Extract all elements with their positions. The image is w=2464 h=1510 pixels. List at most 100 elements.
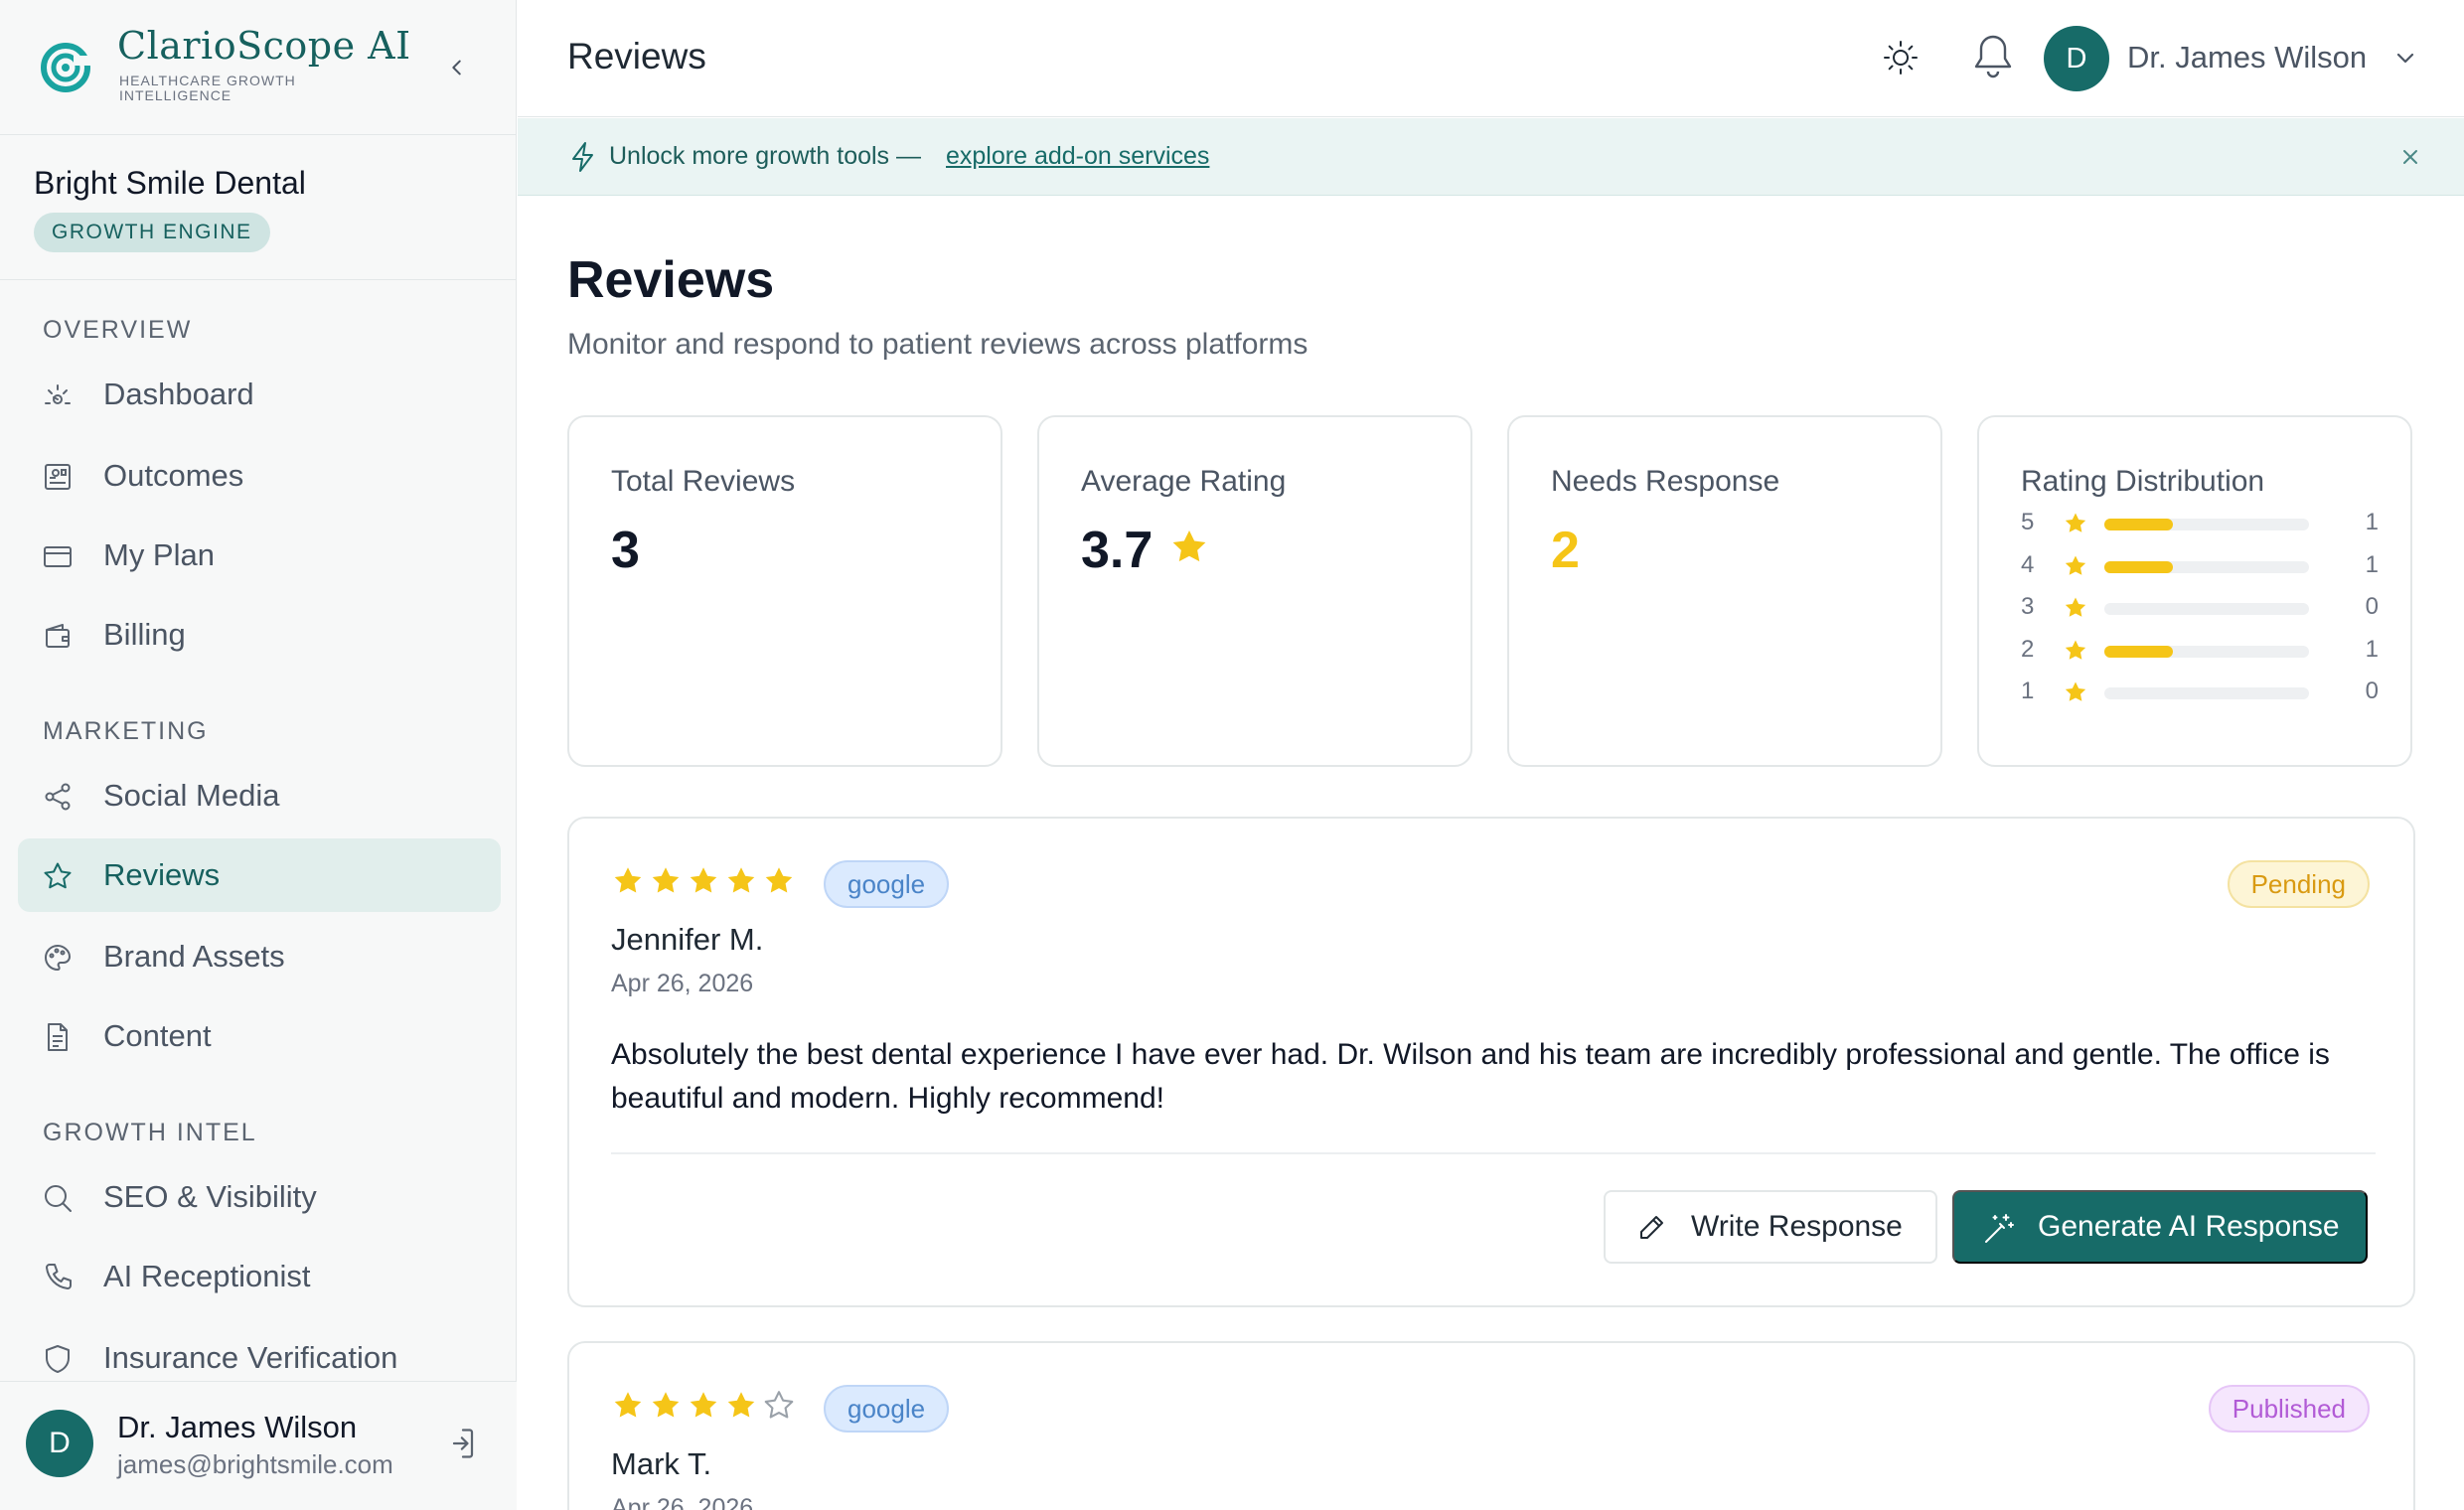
rating-stars (611, 1389, 796, 1423)
star-filled-icon (765, 867, 793, 893)
sidebar-item-ai-receptionist[interactable]: AI Receptionist (18, 1240, 501, 1313)
user-email: james@brightsmile.com (117, 1449, 393, 1479)
distribution-bar (2104, 560, 2309, 573)
stat-value: 2 (1551, 522, 1580, 579)
distribution-bar (2104, 687, 2309, 699)
star-filled-icon (2065, 513, 2086, 532)
star-filled-icon (652, 867, 680, 893)
palette-icon (45, 944, 72, 972)
distribution-bar-fill (2104, 519, 2173, 530)
star-filled-icon (2065, 681, 2086, 701)
source-badge: google (824, 1385, 950, 1433)
chevron-left-icon (452, 60, 461, 76)
generate-ai-response-button[interactable]: Generate AI Response (1952, 1190, 2368, 1264)
sidebar-item-label: Dashboard (103, 377, 254, 411)
distribution-count: 1 (2365, 550, 2379, 578)
stat-value: 3.7 (1081, 522, 1154, 579)
sidebar-item-label: Social Media (103, 778, 280, 813)
sidebar-item-label: Reviews (103, 857, 221, 892)
brand-tagline: HEALTHCARE GROWTH INTELLIGENCE (119, 73, 296, 103)
sidebar-item-billing[interactable]: Billing (18, 598, 501, 672)
review-text: Absolutely the best dental experience I … (611, 1038, 2330, 1115)
close-icon[interactable] (2397, 144, 2423, 170)
stat-label: Average Rating (1081, 465, 1287, 498)
sidebar-item-brand-assets[interactable]: Brand Assets (18, 920, 501, 993)
button-label: Generate AI Response (2038, 1210, 2340, 1243)
stat-card-rating-distribution: Rating Distribution 5141302110 (1977, 415, 2412, 767)
distribution-star-level: 5 (2021, 509, 2035, 535)
page-title-header: Reviews (567, 36, 706, 76)
practice-name: Bright Smile Dental (34, 165, 306, 201)
review-date: Apr 26, 2026 (611, 1494, 754, 1510)
sun-icon[interactable] (1881, 38, 1921, 77)
sidebar-item-label: AI Receptionist (103, 1259, 311, 1293)
lightning-icon (572, 142, 593, 172)
dashboard-icon (45, 384, 71, 404)
sidebar-item-content[interactable]: Content (18, 999, 501, 1073)
sidebar-item-dashboard[interactable]: Dashboard (18, 358, 501, 431)
nav-section-title: OVERVIEW (43, 316, 193, 344)
distribution-bar (2104, 519, 2309, 530)
distribution-row: 41 (2021, 551, 2379, 581)
search-icon (45, 1185, 72, 1212)
explore-addons-link[interactable]: explore add-on services (946, 142, 1209, 171)
top-bar: Reviews D Dr. James Wilson (518, 0, 2464, 117)
rating-stars (611, 864, 796, 898)
divider (611, 1152, 2376, 1154)
stat-card-average-rating: Average Rating 3.7 (1037, 415, 1472, 767)
brand-header: ClarioScope AI HEALTHCARE GROWTH INTELLI… (0, 0, 517, 135)
stat-label: Needs Response (1551, 465, 1780, 498)
sidebar-item-outcomes[interactable]: Outcomes (18, 439, 501, 513)
sidebar-item-social-media[interactable]: Social Media (18, 759, 501, 832)
stat-label: Total Reviews (611, 465, 796, 498)
sidebar-item-seo-visibility[interactable]: SEO & Visibility (18, 1160, 501, 1234)
avatar[interactable]: D (2044, 26, 2109, 91)
logout-icon[interactable] (445, 1426, 481, 1461)
phone-icon (46, 1264, 72, 1289)
star-empty-icon (764, 1391, 794, 1419)
avatar[interactable]: D (26, 1410, 93, 1477)
distribution-row: 30 (2021, 593, 2379, 623)
sidebar-item-label: Outcomes (103, 458, 244, 493)
star-filled-icon (727, 1392, 755, 1418)
sidebar: ClarioScope AI HEALTHCARE GROWTH INTELLI… (0, 0, 517, 1510)
distribution-star-level: 4 (2021, 550, 2035, 578)
reviewer-name: Jennifer M. (611, 922, 764, 957)
star-filled-icon (614, 867, 642, 893)
distribution-count: 0 (2365, 678, 2379, 704)
page-title: Reviews (567, 251, 775, 309)
notifications-bell-icon[interactable] (1970, 32, 2016, 81)
distribution-count: 1 (2365, 635, 2379, 663)
chevron-down-icon[interactable] (2390, 44, 2420, 74)
wallet-icon (46, 624, 70, 648)
distribution-star-level: 3 (2021, 593, 2035, 620)
document-icon (48, 1023, 68, 1051)
user-menu-name[interactable]: Dr. James Wilson (2127, 40, 2367, 76)
stat-value: 3 (611, 522, 640, 579)
sidebar-item-label: Insurance Verification (103, 1340, 398, 1375)
sidebar-item-label: My Plan (103, 537, 215, 572)
star-filled-icon (2065, 554, 2086, 575)
sidebar-item-label: Brand Assets (103, 939, 285, 974)
write-response-button[interactable]: Write Response (1604, 1190, 1937, 1264)
brand-name: ClarioScope AI (117, 24, 411, 68)
star-filled-icon (690, 867, 717, 893)
share-icon (45, 783, 71, 811)
sidebar-item-reviews[interactable]: Reviews (18, 838, 501, 912)
star-filled-icon (652, 1392, 680, 1418)
sidebar-item-label: SEO & Visibility (103, 1179, 317, 1214)
review-date: Apr 26, 2026 (611, 970, 754, 997)
collapse-sidebar-button[interactable] (437, 48, 477, 87)
sidebar-item-label: Content (103, 1018, 212, 1053)
star-filled-icon (690, 1392, 717, 1418)
distribution-row: 51 (2021, 509, 2379, 538)
star-filled-icon (2065, 597, 2086, 617)
review-card: google Pending Jennifer M. Apr 26, 2026 … (567, 817, 2415, 1307)
status-badge: Published (2208, 1385, 2370, 1433)
stat-card-total-reviews: Total Reviews 3 (567, 415, 1002, 767)
star-filled-icon (614, 1392, 642, 1418)
practice-info: Bright Smile Dental GROWTH ENGINE (0, 135, 517, 280)
sidebar-item-my-plan[interactable]: My Plan (18, 519, 501, 592)
review-card: google Published Mark T. Apr 26, 2026 (567, 1341, 2415, 1510)
user-name: Dr. James Wilson (117, 1410, 358, 1444)
